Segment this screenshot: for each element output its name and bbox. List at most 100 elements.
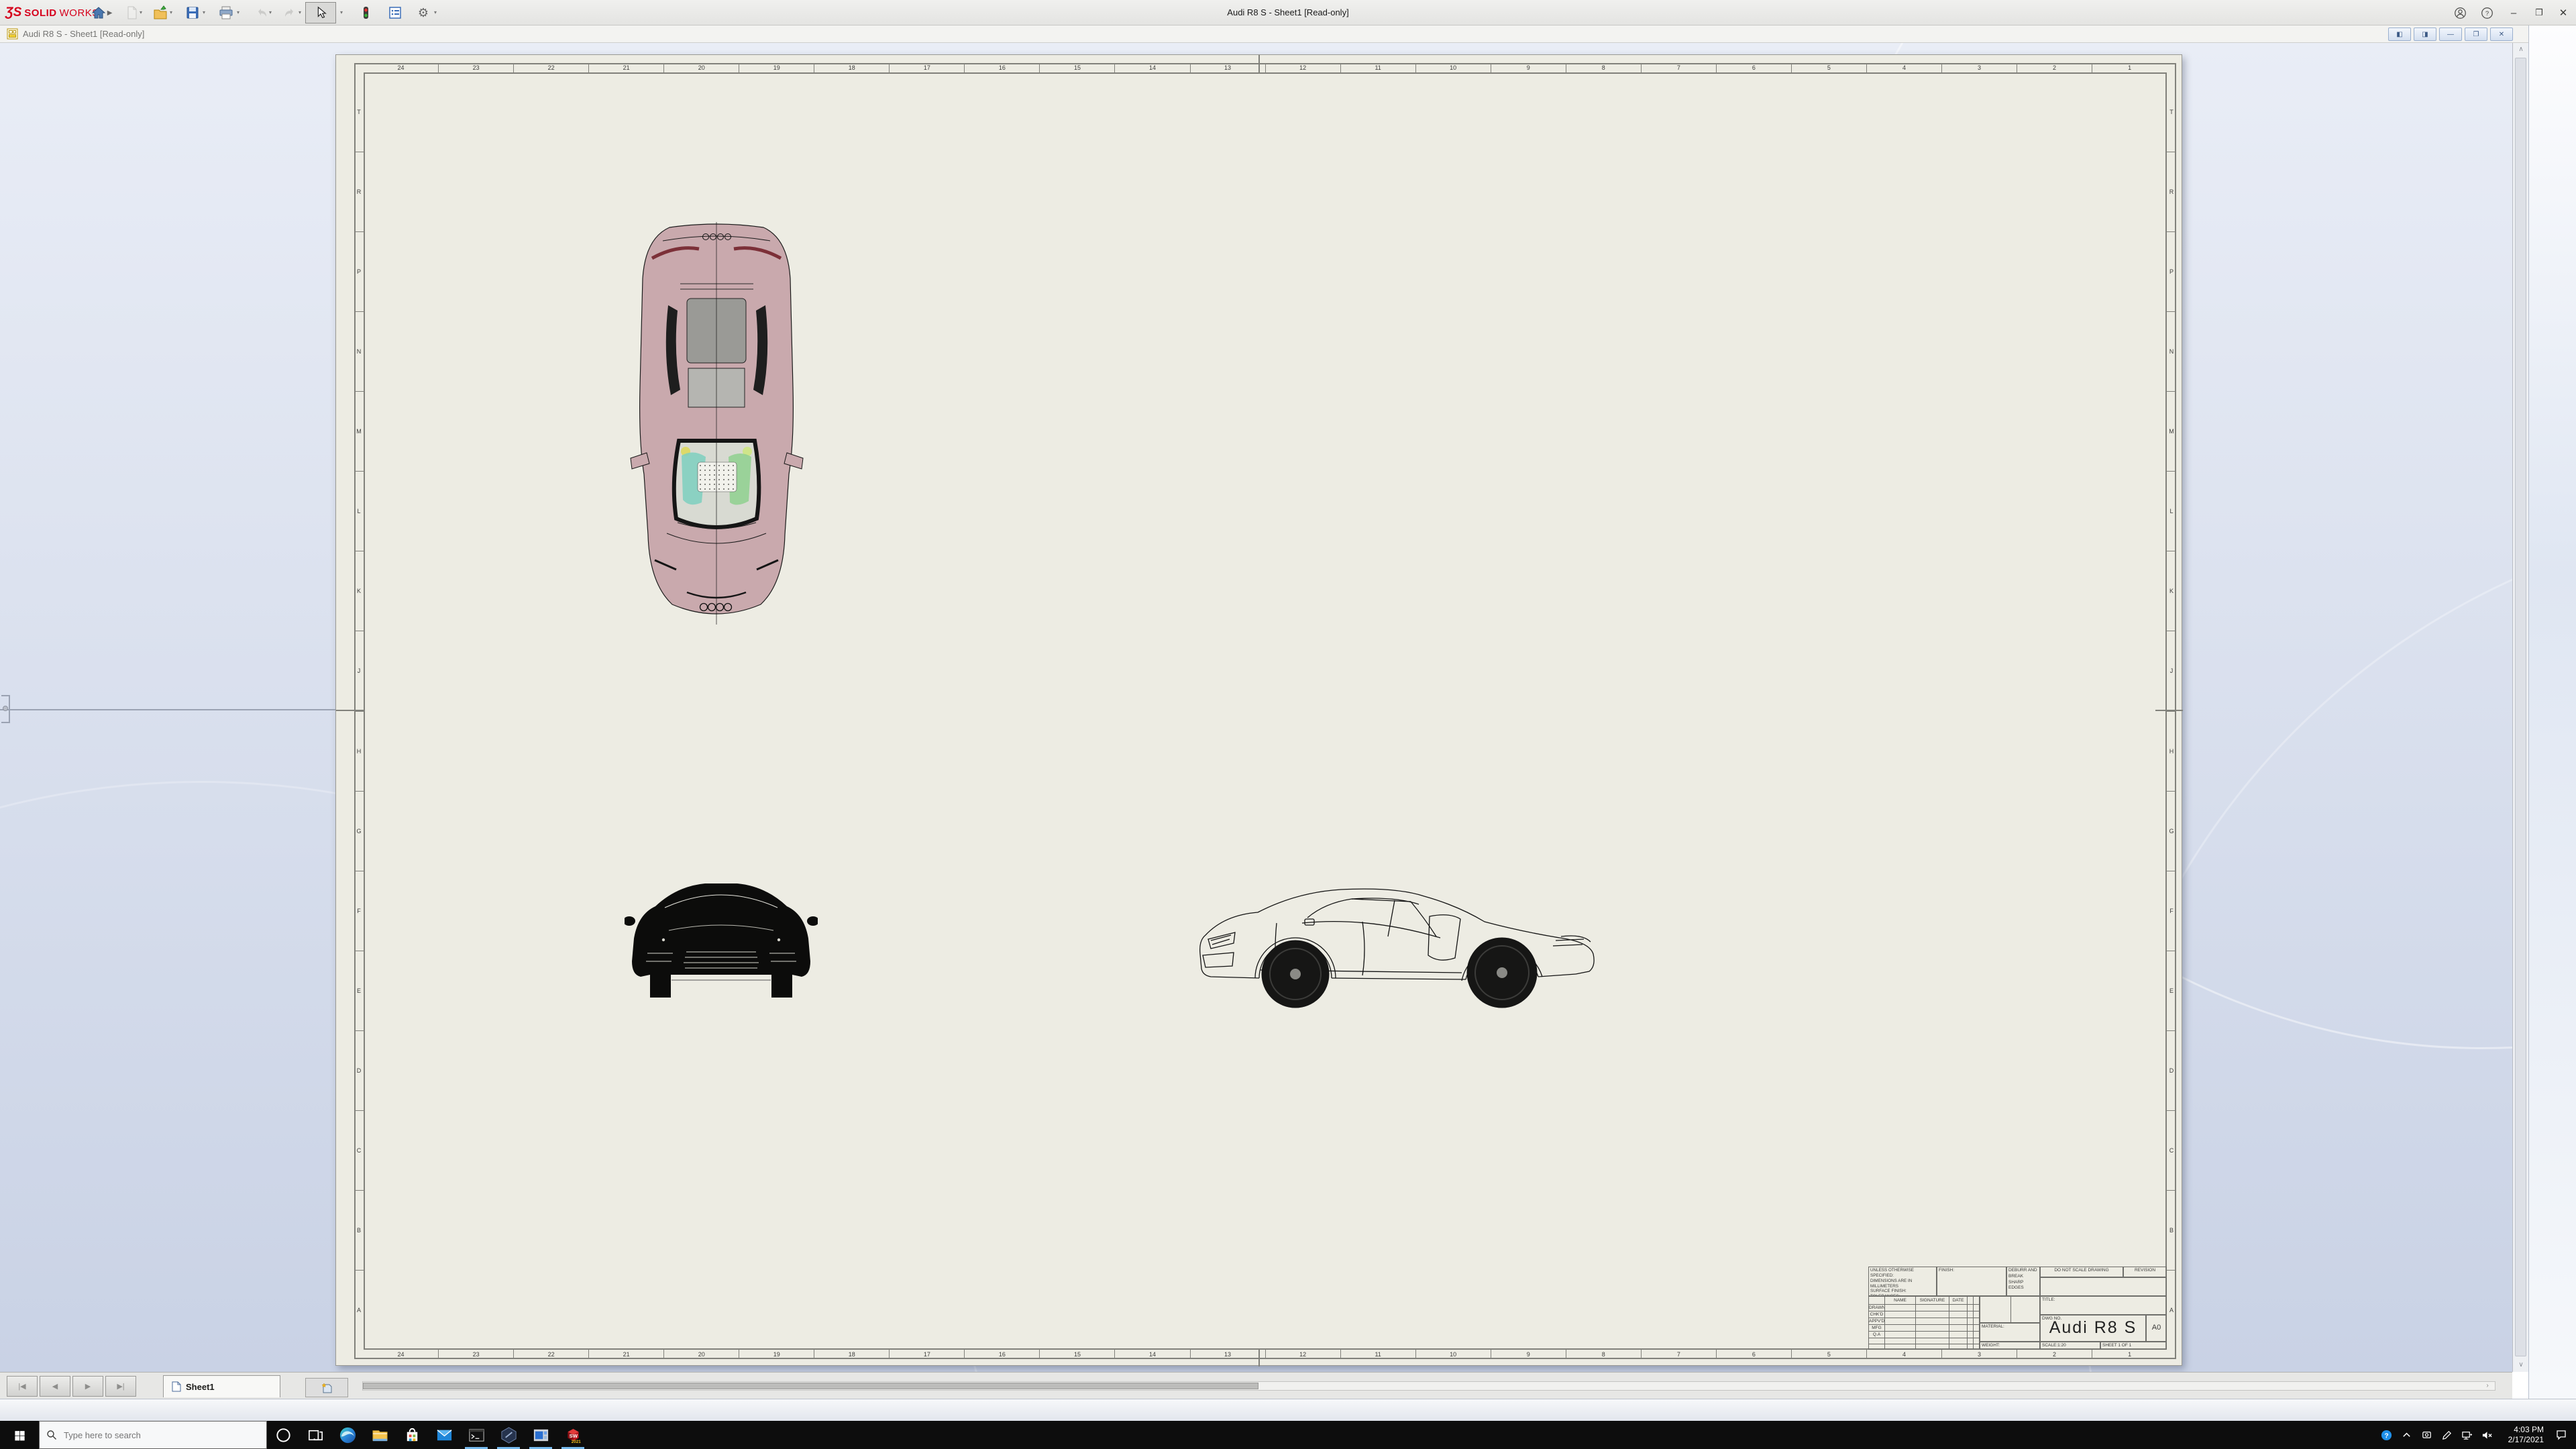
previous-sheet-button[interactable]: ◀ [40,1376,70,1397]
tray-help-button[interactable]: ? [2376,1421,2396,1449]
table-cell [1968,1305,1974,1311]
pen-icon [2441,1430,2453,1441]
table-cell: DRAWN [1869,1305,1885,1311]
pane-right-button[interactable]: ◨ [2414,28,2436,41]
horizontal-scrollbar[interactable] [362,1381,2496,1391]
first-sheet-button[interactable]: |◀ [7,1376,38,1397]
action-center-icon [2555,1429,2567,1441]
start-button[interactable] [0,1421,39,1449]
taskbar-icon-file-explorer[interactable] [364,1421,396,1449]
taskbar-icon-solidworks-2021[interactable]: SW2021 [557,1421,589,1449]
zone-label: 5 [1792,1350,1867,1359]
drawing-sheet[interactable]: 242322212019181716151413121110987654321 … [335,54,2182,1366]
account-button[interactable] [2447,0,2473,25]
svg-text:?: ? [2384,1432,2388,1440]
next-sheet-button[interactable]: ▶ [72,1376,103,1397]
zone-label: 6 [1717,63,1792,72]
taskbar-icon-cortana[interactable] [267,1421,299,1449]
taskbar-icon-mail[interactable] [428,1421,460,1449]
scroll-down-icon[interactable]: ∨ [2513,1358,2529,1372]
action-center-button[interactable] [2546,1421,2576,1449]
taskbar-icon-terminal[interactable] [460,1421,492,1449]
svg-text:?: ? [2485,9,2488,17]
vertical-scrollbar[interactable]: ∧ ∨ [2512,43,2528,1372]
doc-close-button[interactable]: ✕ [2490,28,2513,41]
tray-network-button[interactable] [2457,1421,2477,1449]
zone-label: 12 [1266,1350,1341,1359]
zone-label: 17 [890,63,965,72]
zone-label: 24 [364,1350,439,1359]
zone-label: G [354,792,364,871]
taskbar-icon-edge[interactable] [331,1421,364,1449]
doc-restore-button[interactable]: ❐ [2465,28,2487,41]
zone-band-bottom: 242322212019181716151413121110987654321 [364,1350,2167,1359]
zone-label: D [354,1031,364,1111]
table-cell: Q.A [1869,1332,1885,1338]
table-cell [1885,1311,1916,1318]
document-title: Audi R8 S - Sheet1 [Read-only] [23,25,144,43]
pane-left-button[interactable]: ◧ [2388,28,2411,41]
zone-label: F [354,871,364,951]
zone-label: E [354,951,364,1031]
taskbar-icon-task-view[interactable] [299,1421,331,1449]
taskbar-search[interactable] [39,1421,267,1449]
document-title-bar: Audi R8 S - Sheet1 [Read-only] ◧ ◨ — ❐ ✕ [0,25,2576,43]
tab-sheet1[interactable]: Sheet1 [163,1375,280,1397]
task-pane-strip[interactable] [2528,25,2576,1399]
volume-muted-icon [2481,1430,2493,1441]
doc-minimize-button[interactable]: — [2439,28,2462,41]
table-cell [1885,1325,1916,1331]
zone-label: 12 [1266,63,1341,72]
zone-label: R [2167,152,2176,232]
table-cell [1885,1305,1916,1311]
search-input[interactable] [64,1430,245,1440]
zone-label: E [2167,951,2176,1031]
clock[interactable]: 4:03 PM 2/17/2021 [2497,1425,2546,1445]
drawing-view-front[interactable] [625,873,818,1004]
zone-label: C [2167,1111,2176,1191]
splitter-dot-icon [3,706,8,711]
zone-label: 17 [890,1350,965,1359]
close-button[interactable]: ✕ [2551,0,2576,25]
scroll-up-icon[interactable]: ∧ [2513,43,2529,56]
table-cell [1885,1338,1916,1344]
table-cell [1916,1305,1949,1311]
drawing-view-top[interactable] [628,219,806,627]
zone-band-top: 242322212019181716151413121110987654321 [364,63,2167,72]
clock-date: 2/17/2021 [2497,1435,2544,1445]
tray-display-app-button[interactable] [2416,1421,2436,1449]
sheet-tab-label: Sheet1 [186,1382,215,1392]
zone-label: L [354,472,364,551]
taskbar-icon-hexagon-app[interactable] [492,1421,525,1449]
restore-button[interactable]: ❐ [2526,0,2552,25]
taskbar-icon-media-app[interactable] [525,1421,557,1449]
zone-label: H [2167,712,2176,792]
tray-pen-button[interactable] [2436,1421,2457,1449]
tray-help-icon: ? [2381,1430,2392,1441]
table-cell: CHK'D [1869,1311,1885,1318]
centering-mark-right [2155,710,2183,711]
help-button[interactable]: ? [2474,0,2500,25]
zone-label: J [354,631,364,711]
zone-label: T [2167,72,2176,152]
zone-label: 3 [1942,1350,2017,1359]
drawing-viewport[interactable]: 242322212019181716151413121110987654321 … [0,43,2512,1372]
hidden-icons-button[interactable] [2396,1421,2416,1449]
zone-label: 19 [739,1350,814,1359]
drawing-view-side[interactable] [1193,875,1603,1012]
add-sheet-button[interactable] [305,1378,348,1397]
taskbar-icon-store[interactable] [396,1421,428,1449]
zone-label: 24 [364,63,439,72]
display-app-icon [2421,1430,2432,1441]
zone-label: K [354,551,364,631]
scroll-right-icon[interactable]: › [2480,1381,2495,1391]
table-cell [1916,1338,1949,1344]
horizontal-scroll-thumb[interactable] [363,1383,1258,1389]
last-sheet-button[interactable]: ▶| [105,1376,136,1397]
zone-label: B [354,1191,364,1271]
table-cell [1885,1318,1916,1324]
zone-label: T [354,72,364,152]
minimize-button[interactable]: – [2501,0,2526,25]
vertical-scroll-thumb[interactable] [2515,58,2526,1356]
tray-volume-button[interactable] [2477,1421,2497,1449]
